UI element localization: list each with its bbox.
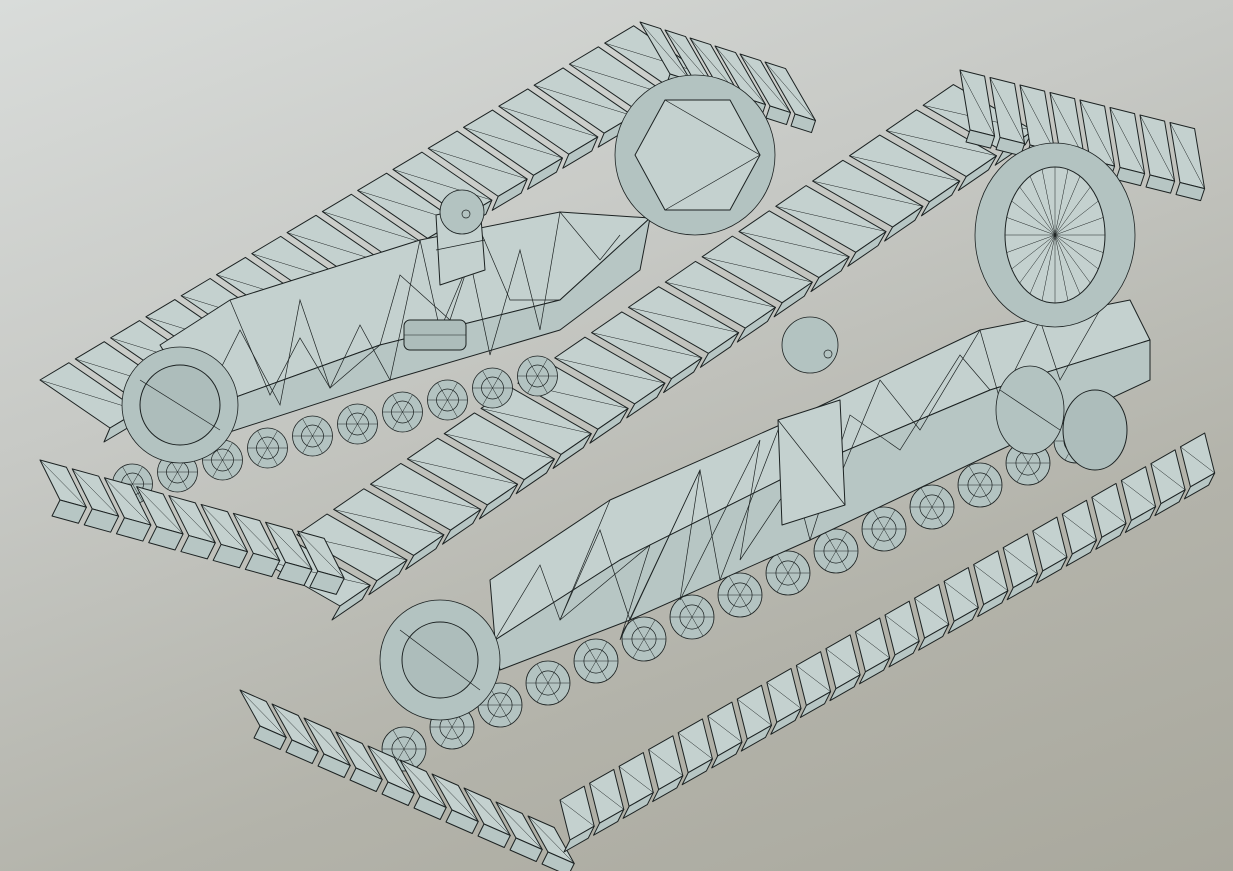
right-lower-run-shoe — [914, 583, 950, 651]
right-frame-beam — [379, 299, 1151, 721]
right-lower-run-shoe — [1179, 432, 1216, 500]
right-lower-run-shoe — [1032, 516, 1068, 584]
right-lower-run-shoe — [1091, 482, 1127, 550]
right-lower-run-shoe — [736, 684, 772, 752]
right-lower-run-shoe — [854, 617, 891, 685]
right-road-wheel — [909, 484, 955, 530]
right-lower-run-shoe — [648, 735, 684, 803]
right-lower-run-shoe — [766, 667, 802, 735]
right-road-wheel — [669, 594, 715, 640]
right-road-wheel — [861, 506, 907, 552]
right-lower-run-shoe — [1002, 533, 1038, 601]
right-lower-run-shoe — [589, 768, 625, 836]
right-road-wheel — [525, 660, 571, 706]
right-sprocket — [974, 142, 1136, 328]
right-lower-run-shoe — [707, 701, 743, 769]
right-lower-run-shoe — [677, 718, 713, 786]
left-road-wheel — [337, 403, 378, 445]
right-lower-run-shoe — [1120, 466, 1157, 533]
right-road-wheel — [813, 528, 859, 574]
left-lower-shoe — [39, 459, 87, 524]
right-road-wheel — [717, 572, 763, 618]
3d-viewport[interactable] — [0, 0, 1233, 871]
right-lower-shoe — [239, 689, 287, 750]
left-road-wheel — [292, 415, 333, 457]
left-sprocket — [614, 74, 776, 236]
right-road-wheel — [621, 616, 667, 662]
left-road-wheel — [247, 427, 288, 469]
right-lower-run-shoe — [943, 567, 979, 634]
right-road-wheel — [957, 462, 1003, 508]
right-rear-shoe — [1169, 122, 1206, 202]
left-road-wheel — [472, 367, 513, 409]
right-lower-run-shoe — [884, 600, 920, 668]
right-lower-run-shoe — [825, 634, 861, 702]
right-lower-run-shoe — [1061, 499, 1097, 567]
left-road-wheel — [382, 391, 423, 433]
right-lower-run-shoe — [618, 752, 654, 819]
right-lower-run-shoe — [559, 785, 595, 853]
right-lower-run-shoe — [795, 651, 832, 718]
right-road-wheel — [765, 550, 811, 596]
right-lower-run-shoe — [973, 550, 1009, 618]
right-rear-shoe — [1139, 114, 1176, 194]
right-road-wheel — [573, 638, 619, 684]
wireframe-model[interactable] — [0, 0, 1233, 871]
left-road-wheel — [517, 355, 558, 397]
left-road-wheel — [427, 379, 468, 421]
right-lower-run-shoe — [1150, 449, 1186, 517]
